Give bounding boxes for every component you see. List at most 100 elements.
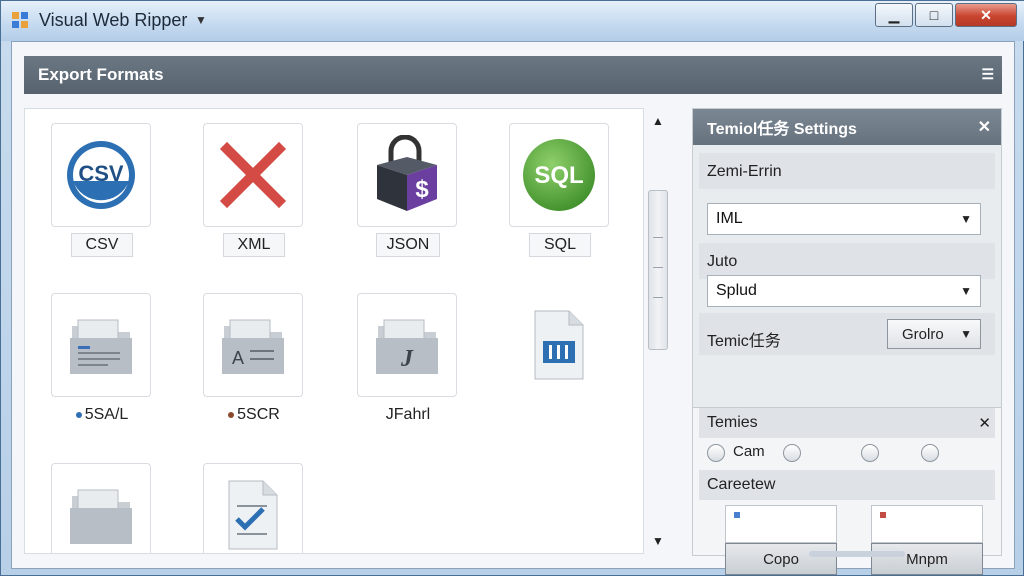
radio-group: Cam (707, 442, 997, 464)
grip-line (653, 267, 663, 268)
app-icon (12, 12, 28, 28)
maximize-button[interactable]: □ (915, 3, 953, 27)
format-icon-box: SQL (509, 123, 609, 227)
grip-line (653, 237, 663, 238)
format-icon-box (509, 293, 609, 397)
export-formats-header: Export Formats ☰ (24, 56, 1002, 94)
field3-select[interactable]: Grolro ▼ (887, 319, 981, 349)
chevron-down-icon: ▼ (960, 284, 972, 298)
format-label: 5SA/L (66, 403, 139, 427)
format-tile-jfahrl[interactable]: J JFahrl (357, 293, 459, 427)
sql-icon: SQL (523, 139, 595, 211)
folder-text-icon: A (222, 319, 284, 374)
format-label: CSV (71, 233, 133, 257)
format-label-text: 5SCR (237, 406, 280, 423)
preview-frame (725, 505, 837, 543)
folder-icon (70, 489, 132, 544)
folder-badge-text: J (400, 346, 414, 372)
chevron-down-icon: ▼ (960, 212, 972, 226)
sql-badge-text: SQL (534, 162, 583, 189)
settings-panel: Temiol任务 Settings ✕ Zemi-Errin IML ▼ Jut… (692, 108, 1002, 575)
json-badge-text: $ (415, 176, 429, 203)
grip-line (653, 297, 663, 298)
format-label-text: 5SA/L (84, 406, 129, 423)
format-icon-box: $ (357, 123, 457, 227)
field1-select[interactable]: IML ▼ (707, 203, 981, 235)
field2-value: Splud (716, 282, 757, 299)
chevron-down-icon[interactable]: ▼ (195, 13, 207, 27)
csv-badge-text: CSV (78, 161, 124, 186)
app-window: Visual Web Ripper ▼ ▁ □ ✕ Export Formats… (0, 0, 1024, 576)
close-icon[interactable]: ✕ (978, 117, 991, 137)
formats-grid: CSV CSV XML $ JSON SQL SQL 5SA/L A 5SCR … (24, 108, 644, 554)
format-label: JSON (375, 233, 441, 257)
field3-label: Temic任务 (707, 333, 781, 350)
format-tile-folder[interactable] (51, 463, 153, 553)
format-tile-xml[interactable]: XML (203, 123, 305, 257)
folder-j-icon: J (376, 319, 438, 374)
format-tile-json[interactable]: $ JSON (357, 123, 459, 257)
settings-title: Temiol任务 Settings (707, 121, 857, 138)
format-label: 5SCR (218, 403, 290, 427)
format-icon-box (51, 463, 151, 553)
radio-label: Cam (733, 443, 765, 460)
title-bar[interactable]: Visual Web Ripper ▼ ▁ □ ✕ (1, 1, 1024, 41)
scroll-thumb[interactable] (648, 190, 668, 350)
preview-card: Mnpm (871, 505, 983, 576)
format-tile-sql[interactable]: SQL SQL (509, 123, 611, 257)
copy-button[interactable]: Copo (725, 543, 837, 575)
red-x-icon (219, 141, 287, 209)
format-label: JFahrl (385, 406, 431, 423)
format-tile-5sal[interactable]: 5SA/L (51, 293, 153, 427)
field2-label: Juto (707, 253, 738, 270)
folder-icon (70, 319, 132, 374)
close-button[interactable]: ✕ (955, 3, 1017, 27)
radio-button[interactable] (921, 444, 939, 462)
radio-button[interactable] (783, 444, 801, 462)
section-label: Careetew (707, 476, 776, 493)
package-icon: $ (377, 135, 437, 211)
window-controls: ▁ □ ✕ (875, 3, 1017, 27)
field2-select[interactable]: Splud ▼ (707, 275, 981, 307)
format-label: SQL (529, 233, 591, 257)
format-icon-box (203, 463, 303, 553)
document-check-icon (228, 480, 278, 550)
format-icon-box: CSV (51, 123, 151, 227)
folder-badge-text: A (232, 348, 244, 368)
settings-header: Temiol任务 Settings ✕ (693, 109, 1001, 145)
document-blue-icon (534, 310, 584, 380)
format-icon-box (51, 293, 151, 397)
field3-value: Grolro (902, 325, 944, 343)
field1-value: IML (716, 210, 743, 227)
bullet-icon (228, 412, 235, 418)
minimize-button[interactable]: ▁ (875, 3, 913, 27)
format-tile-csv[interactable]: CSV CSV (51, 123, 153, 257)
format-label: XML (223, 233, 285, 257)
format-icon-box (203, 123, 303, 227)
vertical-scrollbar[interactable]: ▲ ▼ (646, 108, 670, 554)
format-tile-5scr[interactable]: A 5SCR (203, 293, 305, 427)
format-icon-box: A (203, 293, 303, 397)
radio-button[interactable] (861, 444, 879, 462)
sub-panel-title: Temies (707, 414, 758, 431)
format-tile-check-document[interactable] (203, 463, 305, 553)
map-button[interactable]: Mnpm (871, 543, 983, 575)
bullet-icon (75, 412, 82, 418)
row-band (699, 243, 995, 279)
status-strip (809, 551, 905, 557)
window-title: Visual Web Ripper (39, 10, 188, 30)
radio-button[interactable] (707, 444, 725, 462)
panel-menu-icon[interactable]: ☰ (981, 66, 994, 83)
preview-frame (871, 505, 983, 543)
client-area: Export Formats ☰ CSV CSV XML $ JSON SQL … (11, 41, 1015, 575)
panel-title: Export Formats (38, 65, 164, 84)
scroll-up-icon[interactable]: ▲ (652, 114, 664, 128)
csv-icon: CSV (67, 141, 135, 209)
format-tile-document[interactable] (509, 293, 611, 397)
scroll-down-icon[interactable]: ▼ (652, 534, 664, 548)
field1-label: Zemi-Errin (707, 163, 782, 180)
format-icon-box: J (357, 293, 457, 397)
close-icon[interactable]: ✕ (978, 414, 991, 432)
preview-marker (734, 512, 740, 518)
preview-marker (880, 512, 886, 518)
